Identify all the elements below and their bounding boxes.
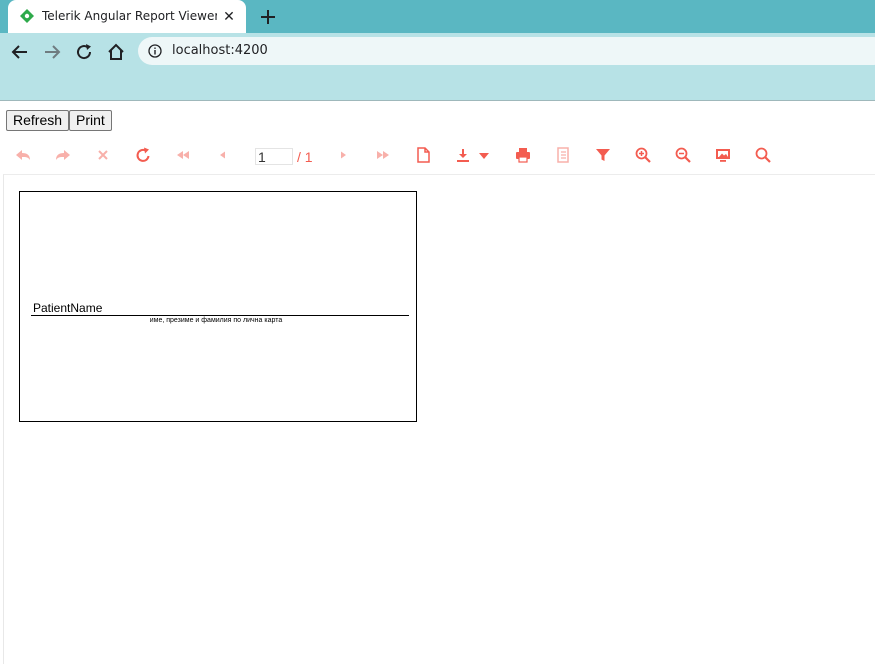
parameters-icon[interactable] — [593, 145, 613, 165]
print-icon[interactable] — [513, 145, 533, 165]
url-text: localhost:4200 — [172, 43, 268, 58]
next-page-icon[interactable] — [333, 145, 353, 165]
page-total: / 1 — [297, 149, 313, 165]
field-caption: име, презиме и фамилия по лична карта — [149, 317, 283, 324]
page-mode-icon[interactable] — [413, 145, 433, 165]
last-page-icon[interactable] — [373, 145, 393, 165]
back-icon[interactable] — [13, 145, 33, 165]
site-info-icon[interactable] — [148, 44, 162, 58]
browser-toolbar: localhost:4200 — [0, 33, 875, 69]
document-map-icon[interactable] — [553, 145, 573, 165]
refresh-icon[interactable] — [133, 145, 153, 165]
toggle-zoom-icon[interactable] — [713, 145, 733, 165]
home-icon[interactable] — [106, 42, 126, 62]
report-page: PatientName име, презиме и фамилия по ли… — [19, 191, 417, 422]
forward-icon[interactable] — [42, 42, 62, 62]
browser-tab[interactable]: Telerik Angular Report Viewer De ✕ — [8, 0, 246, 33]
tab-title: Telerik Angular Report Viewer De — [42, 9, 217, 23]
address-bar[interactable]: localhost:4200 — [138, 37, 875, 65]
export-dropdown-icon[interactable] — [476, 145, 496, 165]
report-viewer-toolbar: / 1 — [0, 140, 875, 170]
browser-tabstrip: Telerik Angular Report Viewer De ✕ — [0, 0, 875, 33]
tab-close-icon[interactable]: ✕ — [221, 8, 237, 24]
patient-name-field: PatientName — [33, 301, 103, 315]
forward-icon[interactable] — [53, 145, 73, 165]
back-icon[interactable] — [10, 42, 30, 62]
new-tab-icon[interactable] — [258, 7, 278, 27]
angular-favicon-icon — [20, 9, 34, 23]
search-icon[interactable] — [753, 145, 773, 165]
page-number-input[interactable] — [255, 148, 293, 165]
reload-icon[interactable] — [74, 42, 94, 62]
export-icon[interactable] — [453, 145, 473, 165]
first-page-icon[interactable] — [173, 145, 193, 165]
stop-icon[interactable] — [93, 145, 113, 165]
zoom-out-icon[interactable] — [673, 145, 693, 165]
refresh-button[interactable]: Refresh — [6, 110, 70, 131]
print-button[interactable]: Print — [69, 110, 112, 131]
zoom-in-icon[interactable] — [633, 145, 653, 165]
previous-page-icon[interactable] — [213, 145, 233, 165]
bookmarks-bar — [0, 69, 875, 101]
field-underline — [31, 315, 409, 316]
